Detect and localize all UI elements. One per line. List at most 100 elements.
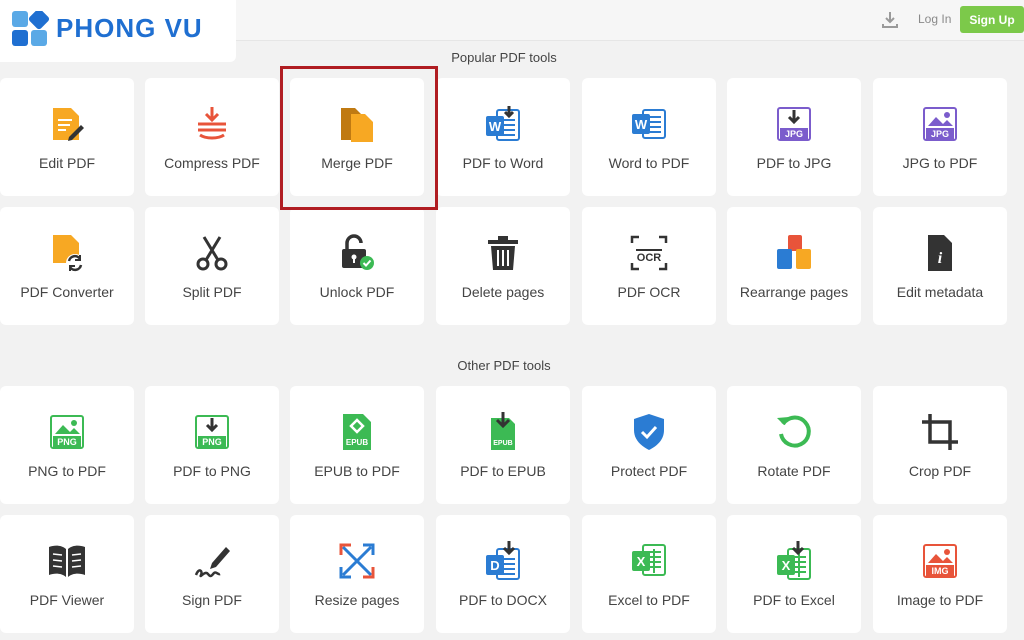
tool-card-pdf-to-docx[interactable]: D PDF to DOCX bbox=[436, 515, 570, 633]
pdf-to-word-icon: W bbox=[486, 106, 520, 141]
tool-card-pdf-to-excel[interactable]: X PDF to Excel bbox=[727, 515, 861, 633]
svg-text:PNG: PNG bbox=[202, 437, 222, 447]
tool-label: Resize pages bbox=[314, 592, 400, 608]
signature-icon bbox=[194, 547, 230, 578]
crop-icon bbox=[922, 414, 958, 450]
shield-icon bbox=[634, 414, 664, 450]
tool-label: Image to PDF bbox=[896, 592, 984, 608]
tool-card-pdf-converter[interactable]: PDF Converter bbox=[0, 207, 134, 325]
png-icon: PNG bbox=[50, 415, 84, 449]
word-icon: W bbox=[632, 109, 666, 139]
tool-card-rearrange-pages[interactable]: Rearrange pages bbox=[727, 207, 861, 325]
tool-card-pdf-to-word[interactable]: W PDF to Word bbox=[436, 78, 570, 196]
tool-card-unlock-pdf[interactable]: Unlock PDF bbox=[290, 207, 424, 325]
unlock-icon bbox=[342, 234, 374, 270]
pdf-to-docx-icon: D bbox=[486, 541, 520, 580]
pdf-to-epub-icon: EPUB bbox=[491, 412, 515, 450]
tool-card-protect-pdf[interactable]: Protect PDF bbox=[582, 386, 716, 504]
tool-label: Crop PDF bbox=[908, 463, 972, 479]
info-file-icon: i bbox=[928, 235, 952, 271]
tool-label: Compress PDF bbox=[164, 155, 260, 171]
tool-label: PDF to DOCX bbox=[459, 592, 547, 608]
svg-text:JPG: JPG bbox=[785, 129, 803, 139]
tool-card-rotate-pdf[interactable]: Rotate PDF bbox=[727, 386, 861, 504]
rearrange-icon bbox=[777, 235, 811, 269]
excel-icon: X bbox=[632, 544, 666, 576]
tool-label: Sign PDF bbox=[182, 592, 242, 608]
svg-text:EPUB: EPUB bbox=[493, 440, 512, 447]
tool-label: PDF to Excel bbox=[753, 592, 835, 608]
tool-card-split-pdf[interactable]: Split PDF bbox=[145, 207, 279, 325]
tool-label: PDF to PNG bbox=[173, 463, 251, 479]
tool-card-compress-pdf[interactable]: Compress PDF bbox=[145, 78, 279, 196]
tool-label: PDF to EPUB bbox=[460, 463, 546, 479]
pdf-to-jpg-icon: JPG bbox=[777, 107, 811, 141]
tool-label: PNG to PDF bbox=[28, 463, 106, 479]
svg-text:PNG: PNG bbox=[57, 437, 77, 447]
tool-label: EPUB to PDF bbox=[314, 463, 400, 479]
scissors-icon bbox=[196, 236, 228, 271]
merge-pdf-highlight-box bbox=[280, 66, 438, 210]
tool-label: PDF to Word bbox=[462, 155, 544, 171]
ocr-icon: OCR bbox=[630, 235, 668, 271]
tool-card-crop-pdf[interactable]: Crop PDF bbox=[873, 386, 1007, 504]
download-icon[interactable] bbox=[880, 10, 900, 30]
tool-card-pdf-ocr[interactable]: OCR PDF OCR bbox=[582, 207, 716, 325]
resize-arrows-icon bbox=[339, 543, 375, 579]
svg-text:JPG: JPG bbox=[931, 129, 949, 139]
compress-icon bbox=[198, 107, 226, 140]
tool-label: PDF Viewer bbox=[29, 592, 105, 608]
tool-label: JPG to PDF bbox=[902, 155, 978, 171]
tool-card-resize-pages[interactable]: Resize pages bbox=[290, 515, 424, 633]
tool-card-delete-pages[interactable]: Delete pages bbox=[436, 207, 570, 325]
login-link[interactable]: Log In bbox=[918, 12, 951, 26]
svg-text:IMG: IMG bbox=[932, 566, 949, 576]
tool-card-epub-to-pdf[interactable]: EPUB EPUB to PDF bbox=[290, 386, 424, 504]
tool-label: Word to PDF bbox=[608, 155, 690, 171]
tool-card-word-to-pdf[interactable]: W Word to PDF bbox=[582, 78, 716, 196]
tool-card-edit-metadata[interactable]: i Edit metadata bbox=[873, 207, 1007, 325]
tool-card-image-to-pdf[interactable]: IMG Image to PDF bbox=[873, 515, 1007, 633]
tool-label: Protect PDF bbox=[610, 463, 688, 479]
logo-mark-icon bbox=[12, 11, 50, 46]
converter-icon bbox=[53, 235, 84, 272]
tool-label: PDF OCR bbox=[617, 284, 681, 300]
svg-text:W: W bbox=[489, 119, 502, 134]
tool-card-pdf-to-png[interactable]: PNG PDF to PNG bbox=[145, 386, 279, 504]
image-icon: IMG bbox=[923, 544, 957, 578]
pdf-to-png-icon: PNG bbox=[195, 415, 229, 449]
tool-card-sign-pdf[interactable]: Sign PDF bbox=[145, 515, 279, 633]
tool-label: Unlock PDF bbox=[319, 284, 395, 300]
svg-text:D: D bbox=[490, 558, 499, 573]
svg-text:X: X bbox=[782, 558, 791, 573]
tool-label: Rotate PDF bbox=[757, 463, 831, 479]
section-title-other: Other PDF tools bbox=[457, 358, 551, 373]
epub-icon: EPUB bbox=[343, 414, 371, 450]
tool-label: Rearrange pages bbox=[739, 284, 849, 300]
svg-text:EPUB: EPUB bbox=[346, 438, 368, 447]
section-title-popular: Popular PDF tools bbox=[451, 50, 557, 65]
tool-card-pdf-to-jpg[interactable]: JPG PDF to JPG bbox=[727, 78, 861, 196]
pdf-to-excel-icon: X bbox=[777, 541, 811, 580]
tool-label: Edit metadata bbox=[896, 284, 984, 300]
tool-label: Edit PDF bbox=[38, 155, 95, 171]
logo-text: PHONG VU bbox=[56, 13, 203, 43]
tool-card-pdf-to-epub[interactable]: EPUB PDF to EPUB bbox=[436, 386, 570, 504]
tool-card-excel-to-pdf[interactable]: X Excel to PDF bbox=[582, 515, 716, 633]
tool-card-edit-pdf[interactable]: Edit PDF bbox=[0, 78, 134, 196]
jpg-icon: JPG bbox=[923, 107, 957, 141]
tool-card-pdf-viewer[interactable]: PDF Viewer bbox=[0, 515, 134, 633]
tool-label: Split PDF bbox=[182, 284, 242, 300]
tool-label: Excel to PDF bbox=[608, 592, 690, 608]
svg-text:i: i bbox=[938, 250, 943, 267]
tool-card-png-to-pdf[interactable]: PNG PNG to PDF bbox=[0, 386, 134, 504]
tool-card-jpg-to-pdf[interactable]: JPG JPG to PDF bbox=[873, 78, 1007, 196]
tool-label: PDF to JPG bbox=[756, 155, 832, 171]
rotate-icon bbox=[777, 415, 811, 448]
trash-icon bbox=[488, 236, 518, 270]
svg-text:OCR: OCR bbox=[637, 252, 662, 264]
edit-pdf-icon bbox=[53, 108, 84, 141]
tool-label: Delete pages bbox=[461, 284, 545, 300]
signup-button[interactable]: Sign Up bbox=[960, 6, 1024, 33]
svg-text:W: W bbox=[635, 117, 648, 132]
